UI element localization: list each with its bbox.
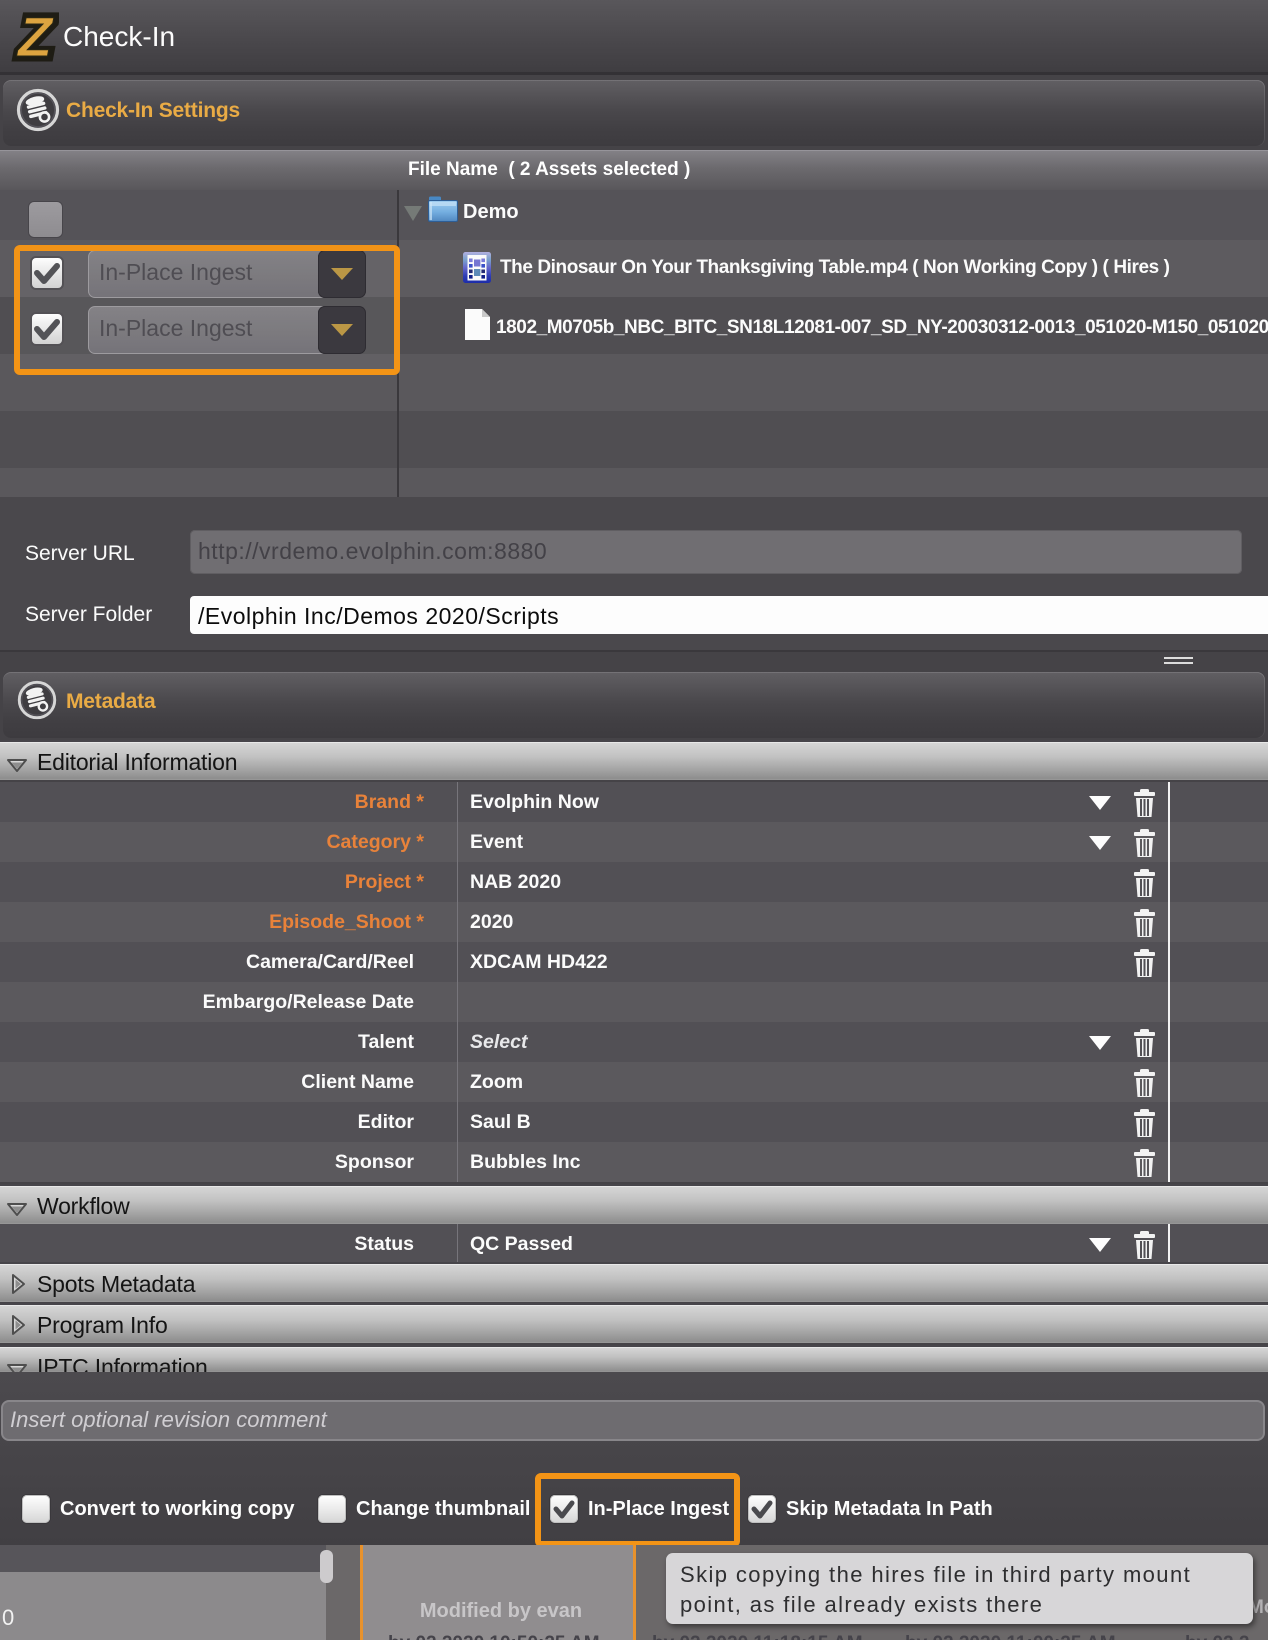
svg-text:Z: Z [16,8,54,66]
